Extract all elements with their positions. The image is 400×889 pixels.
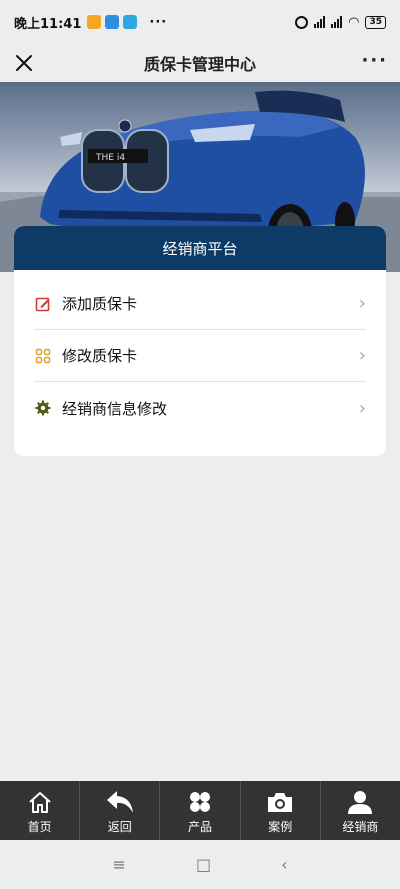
page-title: 质保卡管理中心 <box>143 55 256 74</box>
recent-apps-button[interactable]: ≡ <box>113 855 126 874</box>
menu-item-add-warranty-card[interactable]: 添加质保卡 › <box>34 278 366 330</box>
camera-icon <box>266 788 294 816</box>
tab-dealer[interactable]: 经销商 <box>321 781 400 840</box>
tab-back[interactable]: 返回 <box>80 781 161 840</box>
back-arrow-icon <box>105 788 135 816</box>
menu-item-label: 经销商信息修改 <box>62 399 168 418</box>
tab-label: 产品 <box>188 820 213 834</box>
chevron-right-icon: › <box>358 345 366 366</box>
bottom-tab-bar: 首页 返回 产品 案例 经销商 <box>0 781 400 840</box>
close-icon[interactable] <box>10 49 38 77</box>
more-menu-button[interactable]: ··· <box>361 52 388 70</box>
menu-item-edit-warranty-card[interactable]: 修改质保卡 › <box>34 330 366 382</box>
more-notifications-icon: ··· <box>149 14 168 30</box>
gear-icon <box>34 399 52 417</box>
user-icon <box>347 788 373 816</box>
system-navigation-bar: ≡ □ ‹ <box>0 840 400 889</box>
tab-label: 经销商 <box>342 820 379 834</box>
home-icon <box>27 788 53 816</box>
status-bar: 晚上11:41 ··· ◠ 35 <box>0 0 400 44</box>
wifi-icon: ◠ <box>348 14 360 30</box>
menu-item-edit-dealer-info[interactable]: 经销商信息修改 › <box>34 382 366 434</box>
tab-label: 返回 <box>107 820 132 834</box>
svg-text:THE i4: THE i4 <box>95 153 125 163</box>
title-bar: 质保卡管理中心 ··· <box>0 44 400 82</box>
grid-icon <box>34 347 52 365</box>
tab-products[interactable]: 产品 <box>160 781 241 840</box>
tab-cases[interactable]: 案例 <box>241 781 321 840</box>
menu-item-label: 修改质保卡 <box>62 347 138 365</box>
products-icon <box>188 788 212 816</box>
menu-item-label: 添加质保卡 <box>62 295 138 313</box>
battery-indicator: 35 <box>365 15 386 29</box>
chevron-right-icon: › <box>358 397 366 419</box>
card-header: 经销商平台 <box>14 226 386 270</box>
chevron-right-icon: › <box>358 293 366 314</box>
cloud-app-icon <box>105 15 120 29</box>
status-time: 晚上11:41 <box>14 16 82 32</box>
signal-icon <box>314 16 326 28</box>
dealer-platform-card: 经销商平台 添加质保卡 › 修改质保卡 › 经销商信息修改 › <box>14 226 386 456</box>
alarm-icon <box>295 15 309 29</box>
back-button[interactable]: ‹ <box>281 855 287 874</box>
cloud-app-icon <box>123 15 138 29</box>
signal-icon <box>331 16 343 28</box>
tab-home[interactable]: 首页 <box>0 781 81 840</box>
edit-icon <box>34 295 52 313</box>
home-button[interactable]: □ <box>196 855 211 874</box>
notification-app-icon <box>87 15 102 29</box>
tab-label: 案例 <box>268 820 293 834</box>
dealer-menu: 添加质保卡 › 修改质保卡 › 经销商信息修改 › <box>14 270 386 434</box>
tab-label: 首页 <box>27 820 52 834</box>
